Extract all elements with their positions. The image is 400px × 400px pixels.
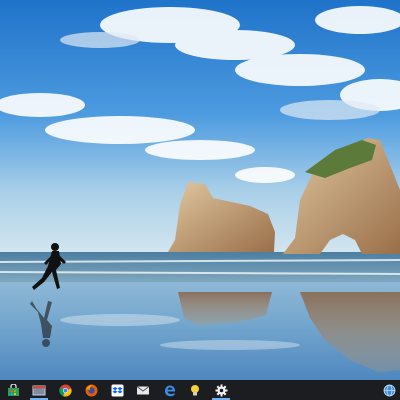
taskbar-firefox-button[interactable] xyxy=(78,380,104,400)
system-tray xyxy=(378,380,400,400)
taskbar-app-window-button[interactable] xyxy=(26,380,52,400)
chrome-icon xyxy=(58,384,72,397)
edge-icon xyxy=(164,384,175,396)
mail-icon xyxy=(136,385,150,394)
settings-gear-icon xyxy=(215,384,227,396)
tips-lightbulb-icon xyxy=(191,384,199,395)
taskbar-chrome-button[interactable] xyxy=(52,380,78,400)
dropbox-icon xyxy=(111,384,123,396)
app-window-icon xyxy=(32,385,46,395)
tray-network-button[interactable] xyxy=(378,380,400,400)
firefox-icon xyxy=(85,384,97,396)
taskbar-mail-button[interactable] xyxy=(130,380,156,400)
taskbar-tips-button[interactable] xyxy=(182,380,208,400)
store-icon xyxy=(7,383,19,396)
taskbar-settings-button[interactable] xyxy=(208,380,234,400)
taskbar-store-button[interactable] xyxy=(0,380,26,400)
desktop xyxy=(0,0,400,380)
network-globe-icon xyxy=(383,384,395,396)
taskbar-edge-button[interactable] xyxy=(156,380,182,400)
taskbar xyxy=(0,380,400,400)
desktop-wallpaper xyxy=(0,0,400,380)
taskbar-dropbox-button[interactable] xyxy=(104,380,130,400)
